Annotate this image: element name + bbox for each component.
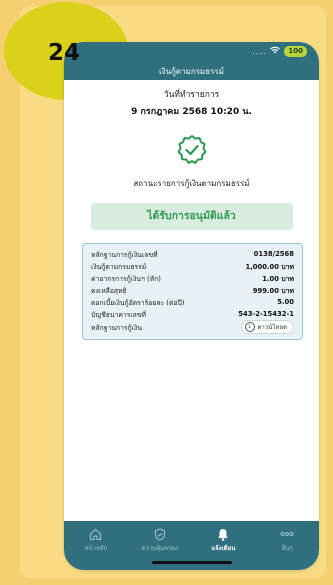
- status-bar: .... 100: [64, 42, 319, 63]
- proof-label: หลักฐานการกู้เงิน: [91, 323, 142, 332]
- transaction-status-label: สถานะรายการกู้เงินตามกรมธรรม์: [133, 179, 250, 188]
- detail-value: 543-2-15432-1: [238, 310, 294, 318]
- detail-row: คงเหลือสุทธิ 999.00 บาท: [91, 284, 294, 296]
- home-icon: [89, 527, 102, 541]
- status-indicators: .... 100: [252, 46, 307, 57]
- nav-item-more[interactable]: อื่นๆ: [258, 527, 316, 553]
- phone-screen: .... 100 เงินกู้ตามกรมธรรม์ วันที่ทำรายก…: [64, 42, 319, 570]
- home-indicator: [151, 561, 232, 564]
- battery-indicator: 100: [284, 46, 307, 57]
- nav-item-notifications[interactable]: แจ้งเตือน: [194, 527, 252, 553]
- verified-check-icon: [175, 133, 209, 167]
- bottom-navigation: หน้าหลัก ความคุ้มครอง แจ้งเตือน อื่นๆ: [64, 521, 319, 570]
- step-number: 24: [48, 40, 81, 66]
- detail-value: 5.00: [277, 298, 294, 306]
- detail-value: 999.00 บาท: [252, 286, 294, 295]
- detail-label: บัญชีธนาคารเลขที่: [91, 310, 146, 319]
- app-header: เงินกู้ตามกรมธรรม์: [64, 63, 319, 80]
- detail-row: บัญชีธนาคารเลขที่ 543-2-15432-1: [91, 308, 294, 320]
- proof-row: หลักฐานการกู้เงิน ↓ ดาวน์โหลด: [91, 320, 294, 334]
- bell-icon: [217, 527, 229, 541]
- detail-row: ดอกเบี้ยเงินกู้อัตราร้อยละ (ต่อปี) 5.00: [91, 296, 294, 308]
- more-icon: [280, 527, 294, 541]
- detail-value: 1,000.00 บาท: [245, 262, 294, 271]
- transaction-date-value: 9 กรกฎาคม 2568 10:20 น.: [131, 107, 252, 117]
- main-content: วันที่ทำรายการ 9 กรกฎาคม 2568 10:20 น. ส…: [64, 87, 319, 340]
- download-icon: ↓: [244, 322, 255, 332]
- transaction-date-label: วันที่ทำรายการ: [163, 90, 220, 100]
- download-label: ดาวน์โหลด: [257, 324, 288, 331]
- page-title: เงินกู้ตามกรมธรรม์: [158, 67, 225, 76]
- detail-value: 0138/2568: [253, 250, 294, 258]
- detail-label: คงเหลือสุทธิ: [91, 286, 127, 295]
- nav-label-home: หน้าหลัก: [84, 545, 108, 552]
- detail-value: 1.00 บาท: [262, 274, 294, 283]
- detail-label: ค่าอากรการกู้เงินฯ (หัก): [91, 274, 161, 283]
- nav-label-notifications: แจ้งเตือน: [211, 545, 236, 552]
- wifi-icon: [270, 46, 281, 57]
- nav-label-coverage: ความคุ้มครอง: [141, 545, 178, 552]
- detail-label: ดอกเบี้ยเงินกู้อัตราร้อยละ (ต่อปี): [91, 298, 185, 307]
- shield-icon: [154, 527, 166, 541]
- detail-label: หลักฐานการกู้เงินเลขที่: [91, 250, 158, 259]
- loan-details-card: หลักฐานการกู้เงินเลขที่ 0138/2568 เงินกู…: [82, 243, 303, 340]
- approved-status-badge: ได้รับการอนุมัติแล้ว: [90, 203, 293, 230]
- detail-label: เงินกู้ตามกรมธรรม์: [91, 262, 147, 271]
- detail-row: เงินกู้ตามกรมธรรม์ 1,000.00 บาท: [91, 260, 294, 272]
- detail-row: หลักฐานการกู้เงินเลขที่ 0138/2568: [91, 248, 294, 260]
- detail-row: ค่าอากรการกู้เงินฯ (หัก) 1.00 บาท: [91, 272, 294, 284]
- nav-item-home[interactable]: หน้าหลัก: [67, 527, 125, 553]
- nav-item-coverage[interactable]: ความคุ้มครอง: [131, 527, 189, 553]
- signal-dots: ....: [252, 47, 267, 56]
- nav-label-more: อื่นๆ: [281, 545, 293, 552]
- download-button[interactable]: ↓ ดาวน์โหลด: [240, 320, 294, 334]
